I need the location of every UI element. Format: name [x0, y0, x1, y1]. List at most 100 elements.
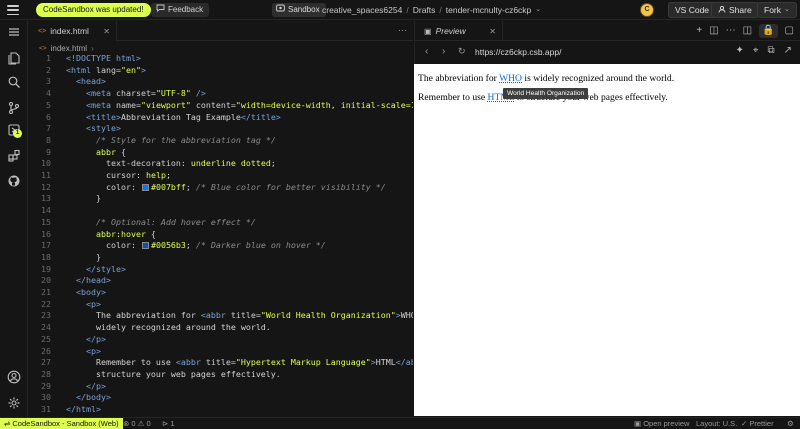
url-field[interactable]: https://cz6ckp.csb.app/ — [475, 47, 561, 57]
breadcrumb-workspace[interactable]: creative_spaces6254 — [322, 3, 402, 17]
close-tab-icon[interactable]: ✕ — [489, 27, 496, 36]
external-link-icon[interactable]: ↗ — [784, 45, 792, 56]
breadcrumb-file[interactable]: index.html — [51, 44, 87, 53]
code-line[interactable]: 26 <p> — [29, 346, 413, 358]
code-line[interactable]: 15 /* Optional: Add hover effect */ — [29, 217, 413, 229]
line-number: 3 — [46, 76, 51, 87]
lock-icon[interactable]: 🔒 — [759, 24, 778, 38]
share-button[interactable]: Share — [711, 2, 759, 18]
more-actions-icon[interactable]: ⋯ — [726, 24, 736, 38]
error-count: 0 — [131, 419, 136, 428]
code-line[interactable]: 30 </body> — [29, 392, 413, 404]
close-tab-icon[interactable]: ✕ — [103, 27, 110, 36]
hamburger-menu-icon[interactable] — [7, 4, 19, 16]
code-line[interactable]: 29 </p> — [29, 381, 413, 393]
panel-icon[interactable]: ▢ — [785, 24, 794, 38]
code-line[interactable]: 11 cursor: help; — [29, 170, 413, 182]
line-number: 28 — [41, 368, 51, 379]
warning-count: 0 — [146, 419, 151, 428]
code-line[interactable]: 1 <!DOCTYPE html> — [29, 53, 413, 65]
code-line[interactable]: 7 <style> — [29, 123, 413, 135]
tab-index-html[interactable]: <> index.html ✕ — [29, 21, 117, 41]
copy-icon[interactable]: ⧉ — [767, 45, 774, 56]
breadcrumb-project[interactable]: tender-mcnulty-cz6ckp — [446, 3, 532, 17]
split-panel-icon[interactable]: ◫ — [709, 24, 718, 38]
crosshair-icon[interactable]: ⌖ — [753, 45, 759, 56]
code-line[interactable]: 25 </p> — [29, 334, 413, 346]
code-line[interactable]: 18 } — [29, 252, 413, 264]
prettier-status[interactable]: ✓ Prettier — [741, 418, 774, 429]
back-arrow-icon[interactable]: ‹ — [425, 46, 428, 57]
code-line[interactable]: 27 Remember to use <abbr title="Hypertex… — [29, 357, 413, 369]
fork-button[interactable]: Fork ⌄ — [757, 2, 797, 18]
open-preview-status[interactable]: ▣ Open preview — [634, 418, 689, 429]
code-line[interactable]: 20 </head> — [29, 275, 413, 287]
code-line[interactable]: 9 abbr { — [29, 147, 413, 159]
code-line[interactable]: 8 /* Style for the abbreviation tag */ — [29, 135, 413, 147]
more-actions-icon[interactable]: ⋯ — [398, 25, 407, 36]
code-line[interactable]: 31 </html> — [29, 404, 413, 416]
line-number: 31 — [41, 404, 51, 414]
code-line[interactable]: 3 <head> — [29, 76, 413, 88]
code-line[interactable]: 17 color: #0056b3; /* Darker blue on hov… — [29, 240, 413, 252]
code-file-icon: <> — [39, 44, 47, 52]
abbr-who[interactable]: WHO — [499, 73, 522, 84]
code-line[interactable]: 12 color: #007bff; /* Blue color for bet… — [29, 182, 413, 194]
forward-arrow-icon[interactable]: › — [442, 46, 445, 57]
add-icon[interactable]: + — [696, 24, 702, 38]
chevron-down-icon[interactable]: ⌄ — [535, 3, 541, 17]
code-line[interactable]: 22 <p> — [29, 299, 413, 311]
code-line[interactable]: 6 <title>Abbreviation Tag Example</title… — [29, 112, 413, 124]
explorer-files-icon[interactable] — [6, 50, 22, 66]
warning-icon: ⚠ — [137, 419, 145, 428]
breadcrumb-folder[interactable]: Drafts — [413, 3, 436, 17]
line-number: 21 — [41, 287, 51, 297]
code-line[interactable]: 28 structure your web pages effectively. — [29, 369, 413, 381]
problems-indicator[interactable]: ⊗ 0 ⚠ 0 — [123, 418, 151, 429]
share-icon — [718, 3, 726, 17]
user-avatar[interactable]: C — [640, 3, 654, 17]
ports-icon: ⊳ — [162, 419, 169, 428]
code-line[interactable]: 2 <html lang="en"> — [29, 65, 413, 77]
code-line[interactable]: 14 — [29, 205, 413, 217]
settings-gear-icon[interactable] — [6, 395, 22, 411]
code-line[interactable]: 19 </style> — [29, 264, 413, 276]
search-icon[interactable] — [6, 74, 22, 90]
ports-indicator[interactable]: ⊳ 1 — [162, 418, 175, 429]
preview-icon: ▣ — [634, 419, 642, 428]
notifications-bell-icon[interactable]: ⚙ — [787, 418, 794, 429]
github-icon[interactable] — [6, 173, 22, 189]
code-line[interactable]: 21 <body> — [29, 287, 413, 299]
refresh-icon[interactable]: ↻ — [458, 46, 466, 57]
keyboard-layout-status[interactable]: Layout: U.S. — [696, 418, 737, 429]
code-line[interactable]: 13 } — [29, 193, 413, 205]
magic-wand-icon[interactable]: ✦ — [735, 45, 743, 56]
color-swatch[interactable] — [141, 242, 149, 250]
source-control-icon[interactable] — [6, 100, 22, 116]
code-text: color: #0056b3; /* Darker blue on hover … — [105, 240, 326, 251]
p2-text-before: Remember to use — [418, 92, 488, 103]
line-number: 7 — [46, 123, 51, 134]
sandbox-badge[interactable]: Sandbox — [272, 3, 326, 17]
code-line[interactable]: 16 abbr:hover { — [29, 229, 413, 241]
code-line[interactable]: 4 <meta charset="UTF-8" /> — [29, 88, 413, 100]
open-in-vscode-button[interactable]: VS Code — [668, 2, 717, 18]
code-line[interactable]: 24 widely recognized around the world. — [29, 322, 413, 334]
abbr-tooltip: World Health Organization — [503, 88, 589, 99]
code-line[interactable]: 5 <meta name="viewport" content="width=d… — [29, 100, 413, 112]
project-breadcrumb: creative_spaces6254 / Drafts / tender-mc… — [322, 3, 541, 17]
tab-preview[interactable]: ▣ Preview ✕ — [415, 21, 503, 41]
layout-columns-icon[interactable]: ◫ — [743, 24, 752, 38]
code-line[interactable]: 10 text-decoration: underline dotted; — [29, 158, 413, 170]
fork-button-label: Fork — [764, 5, 781, 15]
feedback-button[interactable]: Feedback — [151, 3, 210, 17]
code-line[interactable]: 23 The abbreviation for <abbr title="Wor… — [29, 310, 413, 322]
remote-indicator[interactable]: ⇌ CodeSandbox - Sandbox (Web) — [0, 418, 123, 429]
menu-lines-icon[interactable] — [6, 24, 22, 40]
line-number: 5 — [46, 99, 51, 110]
color-swatch[interactable] — [141, 183, 149, 191]
update-notice-badge[interactable]: CodeSandbox was updated! — [36, 3, 151, 17]
account-icon[interactable] — [6, 369, 22, 385]
extensions-icon[interactable] — [6, 148, 22, 164]
code-editor[interactable]: 1 <!DOCTYPE html> 2 <html lang="en"> 3 <head… — [29, 53, 413, 416]
